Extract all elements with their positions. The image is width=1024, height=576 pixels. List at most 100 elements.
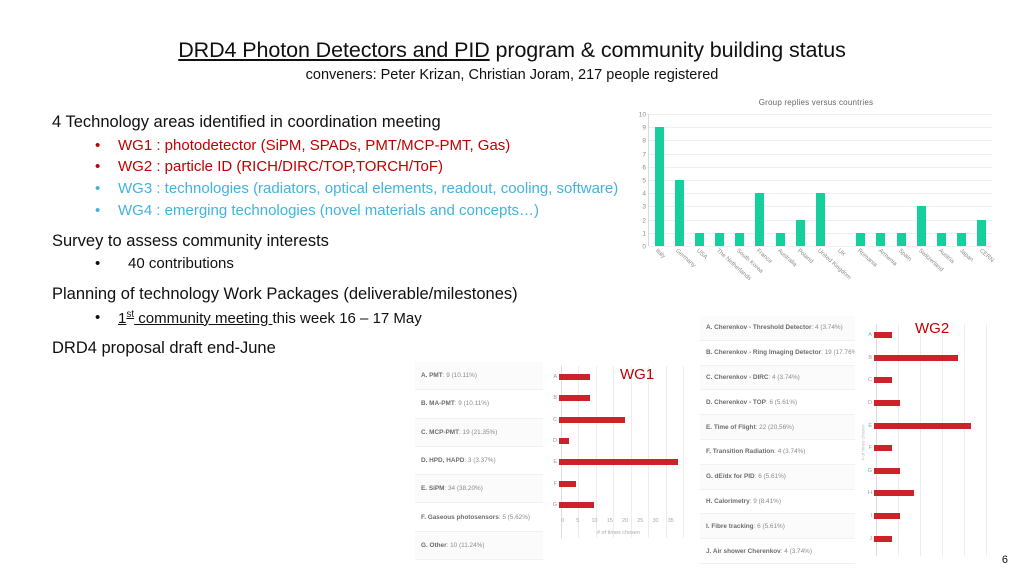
- x-tick-label: 30: [652, 518, 659, 524]
- legend-row: C. MCP-PMT: 19 (21.35%): [415, 418, 543, 447]
- bar-row: G: [550, 495, 687, 516]
- bar: [874, 354, 958, 361]
- legend-label: E. SiPM: 34 (38.20%): [421, 485, 483, 493]
- x-tick-slot: CERN: [972, 246, 995, 286]
- bar-slot: [831, 114, 851, 246]
- bar-row: B: [865, 347, 990, 370]
- x-tick-slot: Armenia: [871, 246, 898, 286]
- planning-bullet-list: • 1st community meeting this week 16 – 17…: [52, 308, 622, 330]
- bar-category-label: A: [868, 332, 872, 339]
- y-tick-label: 8: [642, 137, 646, 145]
- bar-slot: [810, 114, 830, 246]
- bar: [936, 232, 946, 246]
- bar-slot: [669, 114, 689, 246]
- legend-row: B. MA-PMT: 9 (10.11%): [415, 390, 543, 419]
- legend-row: I. Fibre tracking: 6 (5.61%): [700, 514, 855, 540]
- legend-row: G. Other: 10 (11.24%): [415, 531, 543, 561]
- x-tick-slot: France: [749, 246, 773, 286]
- bar-row: B: [550, 387, 687, 408]
- bar-row: C: [865, 369, 990, 392]
- x-tick-slot: UK: [830, 246, 850, 286]
- legend-row: D. Cherenkov - TOP: 6 (5.61%): [700, 390, 855, 416]
- bar-slot: [911, 114, 931, 246]
- x-tick-label: 25: [637, 518, 644, 524]
- legend-label: G. dE/dx for PID: 6 (5.61%): [706, 473, 786, 481]
- x-tick-slot: Australia: [769, 246, 797, 286]
- bar-slot: [952, 114, 972, 246]
- bullet-dot-icon: •: [95, 201, 101, 219]
- list-item-wg2: • WG2 : particle ID (RICH/DIRC/TOP,TORCH/…: [52, 157, 622, 178]
- bar: [559, 480, 577, 487]
- bar-category-label: C: [868, 377, 872, 384]
- bar: [755, 193, 765, 246]
- wg1-legend-panel: A. PMT: 9 (10.11%) B. MA-PMT: 9 (10.11%) C…: [415, 362, 543, 561]
- legend-label: D. Cherenkov - TOP: 6 (5.61%): [706, 398, 798, 406]
- x-tick-label: 20: [622, 518, 629, 524]
- list-item-community-meeting: • 1st community meeting this week 16 – 17…: [52, 308, 622, 330]
- bar: [735, 232, 745, 246]
- bullet-dot-icon: •: [95, 308, 101, 326]
- wg2-legend-panel: A. Cherenkov - Threshold Detector: 4 (3.…: [700, 316, 855, 564]
- bar: [559, 502, 594, 509]
- bar-row: G: [865, 460, 990, 483]
- bar-slot: [770, 114, 790, 246]
- legend-label: D. HPD, HAPD: 3 (3.37%): [421, 457, 496, 465]
- page-subtitle: conveners: Peter Krizan, Christian Joram…: [305, 67, 719, 83]
- y-tick-label: 4: [642, 190, 646, 198]
- wg2-tag: WG2: [915, 320, 950, 337]
- meeting-label: community meeting: [134, 309, 273, 327]
- bar-category-label: E: [868, 422, 872, 429]
- x-tick-slot: Poland: [790, 246, 814, 286]
- x-tick-slot: South Korea: [729, 246, 764, 286]
- bar: [775, 232, 785, 246]
- bar-row: H: [865, 482, 990, 505]
- bar-slot: [649, 114, 669, 246]
- bar: [815, 193, 825, 246]
- list-item-wg4: • WG4 : emerging technologies (novel mate…: [52, 201, 622, 222]
- legend-label: J. Air shower Cherenkov: 4 (3.74%): [706, 547, 812, 555]
- y-tick-label: 1: [642, 230, 646, 238]
- y-tick-label: 6: [642, 164, 646, 172]
- legend-label: C. Cherenkov - DIRC: 4 (3.74%): [706, 373, 800, 381]
- legend-row: J. Air shower Cherenkov: 4 (3.74%): [700, 539, 855, 564]
- bar-category-label: A: [553, 373, 557, 380]
- legend-label: B. Cherenkov - Ring Imaging Detector: 19…: [706, 349, 855, 357]
- legend-row: B. Cherenkov - Ring Imaging Detector: 19…: [700, 340, 855, 366]
- y-tick-label: 0: [642, 243, 646, 251]
- bar: [977, 219, 987, 246]
- list-item-contributions: • 40 contributions: [52, 254, 622, 275]
- slide-number: 6: [1001, 554, 1008, 566]
- bar-category-label: D: [868, 400, 872, 407]
- list-item-wg3: • WG3 : technologies (radiators, optical …: [52, 179, 622, 200]
- list-item-label: WG2 : particle ID (RICH/DIRC/TOP,TORCH/T…: [118, 158, 444, 176]
- x-tick-slot: Italy: [648, 246, 668, 286]
- legend-row: D. HPD, HAPD: 3 (3.37%): [415, 446, 543, 476]
- chart-x-axis-labels: Italy Germany USA The Netherlands South Kore…: [648, 246, 995, 286]
- bullet-dot-icon: •: [95, 180, 101, 198]
- x-tick-slot: Romania: [850, 246, 878, 286]
- bar-row: F: [865, 437, 990, 460]
- bullet-dot-icon: •: [95, 255, 101, 273]
- bar: [916, 206, 926, 246]
- legend-label: I. Fibre tracking: 6 (5.61%): [706, 522, 785, 530]
- x-tick-slot: United Kingdom: [810, 246, 852, 286]
- legend-row: G. dE/dx for PID: 6 (5.61%): [700, 464, 855, 490]
- title-block: DRD4 Photon Detectors and PID program & …: [0, 38, 1024, 83]
- x-tick-slot: Spain: [891, 246, 912, 286]
- x-tick-slot: Austria: [931, 246, 955, 286]
- y-tick-label: 10: [638, 111, 646, 119]
- bar: [957, 232, 967, 246]
- bar-row: I: [865, 505, 990, 528]
- legend-label: H. Calorimetry: 9 (8.41%): [706, 497, 781, 505]
- bar: [874, 513, 901, 520]
- bar: [559, 416, 626, 423]
- bar-category-label: B: [553, 395, 557, 402]
- bar-category-label: F: [868, 445, 872, 452]
- bar-category-label: I: [870, 513, 872, 520]
- wg2-bars: A B C D E F G H I J: [865, 324, 990, 556]
- y-tick-label: 3: [642, 203, 646, 211]
- bar-slot: [891, 114, 911, 246]
- legend-row: C. Cherenkov - DIRC: 4 (3.74%): [700, 365, 855, 391]
- y-tick-label: 9: [642, 124, 646, 132]
- legend-label: F. Gaseous photosensors: 5 (5.62%): [421, 513, 531, 521]
